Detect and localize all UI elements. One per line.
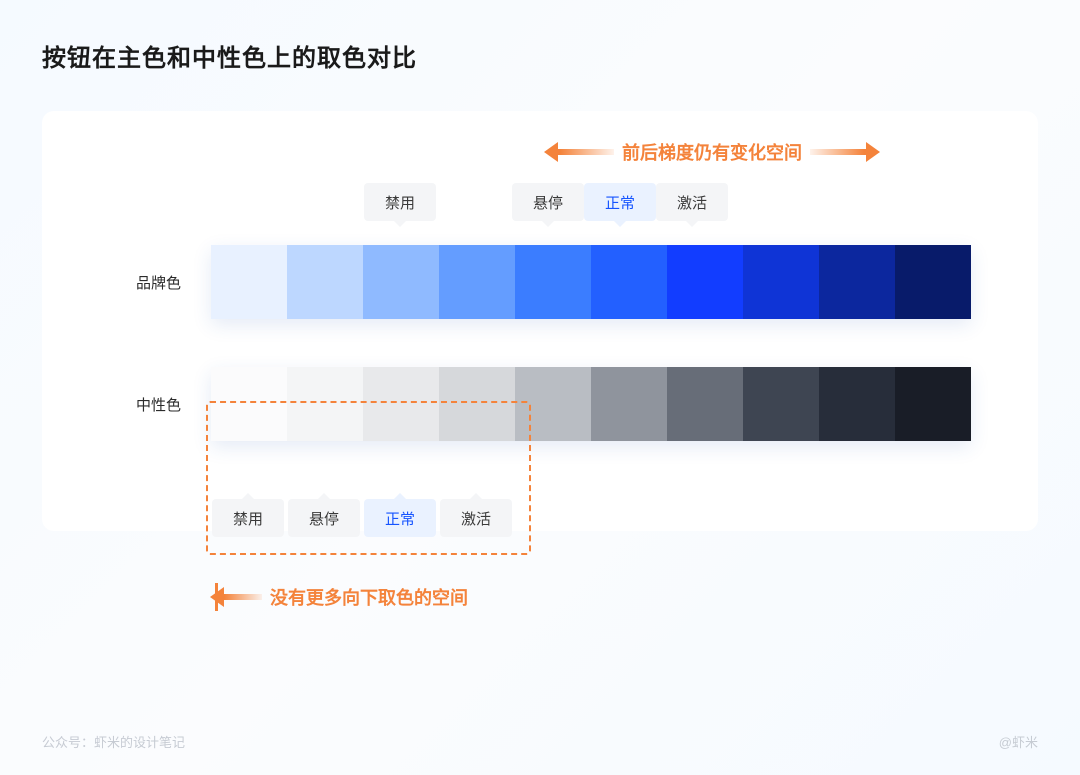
annotation-bottom: 没有更多向下取色的空间 [215, 583, 476, 611]
annotation-bottom-text: 没有更多向下取色的空间 [270, 584, 468, 610]
brand-swatch-1 [287, 245, 363, 319]
brand-swatch-2 [363, 245, 439, 319]
state-label-disabled: 禁用 [212, 499, 284, 537]
state-label-normal: 正常 [584, 183, 656, 221]
neutral-swatch-4 [515, 367, 591, 441]
neutral-swatch-8 [819, 367, 895, 441]
brand-swatch-5 [591, 245, 667, 319]
neutral-swatch-0 [211, 367, 287, 441]
neutral-swatch-7 [743, 367, 819, 441]
page-title: 按钮在主色和中性色上的取色对比 [42, 38, 1038, 73]
brand-swatch-3 [439, 245, 515, 319]
arrow-left-icon [554, 145, 614, 159]
neutral-swatch-1 [287, 367, 363, 441]
state-label-active: 激活 [440, 499, 512, 537]
neutral-row-label: 中性色 [76, 394, 211, 415]
neutral-row: 中性色 [76, 367, 1004, 441]
state-label-disabled: 禁用 [364, 183, 436, 221]
brand-swatches [211, 245, 971, 319]
brand-row-label: 品牌色 [76, 272, 211, 293]
arrow-left-icon [220, 590, 262, 604]
footer-credit-left: 公众号：虾米的设计笔记 [42, 732, 185, 751]
annotation-top-text: 前后梯度仍有变化空间 [622, 139, 802, 165]
annotation-top: 前后梯度仍有变化空间 [522, 139, 902, 165]
neutral-swatch-9 [895, 367, 971, 441]
arrow-right-icon [810, 145, 870, 159]
brand-swatch-4 [515, 245, 591, 319]
diagram-card: 前后梯度仍有变化空间 禁用 悬停 正常 激活 品牌色 中性色 禁用 悬停 正常 … [42, 111, 1038, 531]
footer-credit-right: @虾米 [999, 732, 1038, 751]
state-label-normal: 正常 [364, 499, 436, 537]
neutral-swatch-3 [439, 367, 515, 441]
neutral-swatch-6 [667, 367, 743, 441]
neutral-swatches [211, 367, 971, 441]
state-label-active: 激活 [656, 183, 728, 221]
footer: 公众号：虾米的设计笔记 @虾米 [42, 732, 1038, 751]
state-label-hover: 悬停 [512, 183, 584, 221]
brand-swatch-0 [211, 245, 287, 319]
state-labels-neutral: 禁用 悬停 正常 激活 [212, 499, 512, 537]
brand-row: 品牌色 [76, 245, 1004, 319]
brand-swatch-7 [743, 245, 819, 319]
state-label-hover: 悬停 [288, 499, 360, 537]
brand-swatch-9 [895, 245, 971, 319]
brand-swatch-8 [819, 245, 895, 319]
neutral-swatch-2 [363, 367, 439, 441]
neutral-swatch-5 [591, 367, 667, 441]
state-labels-brand: 禁用 悬停 正常 激活 [212, 183, 728, 221]
brand-swatch-6 [667, 245, 743, 319]
